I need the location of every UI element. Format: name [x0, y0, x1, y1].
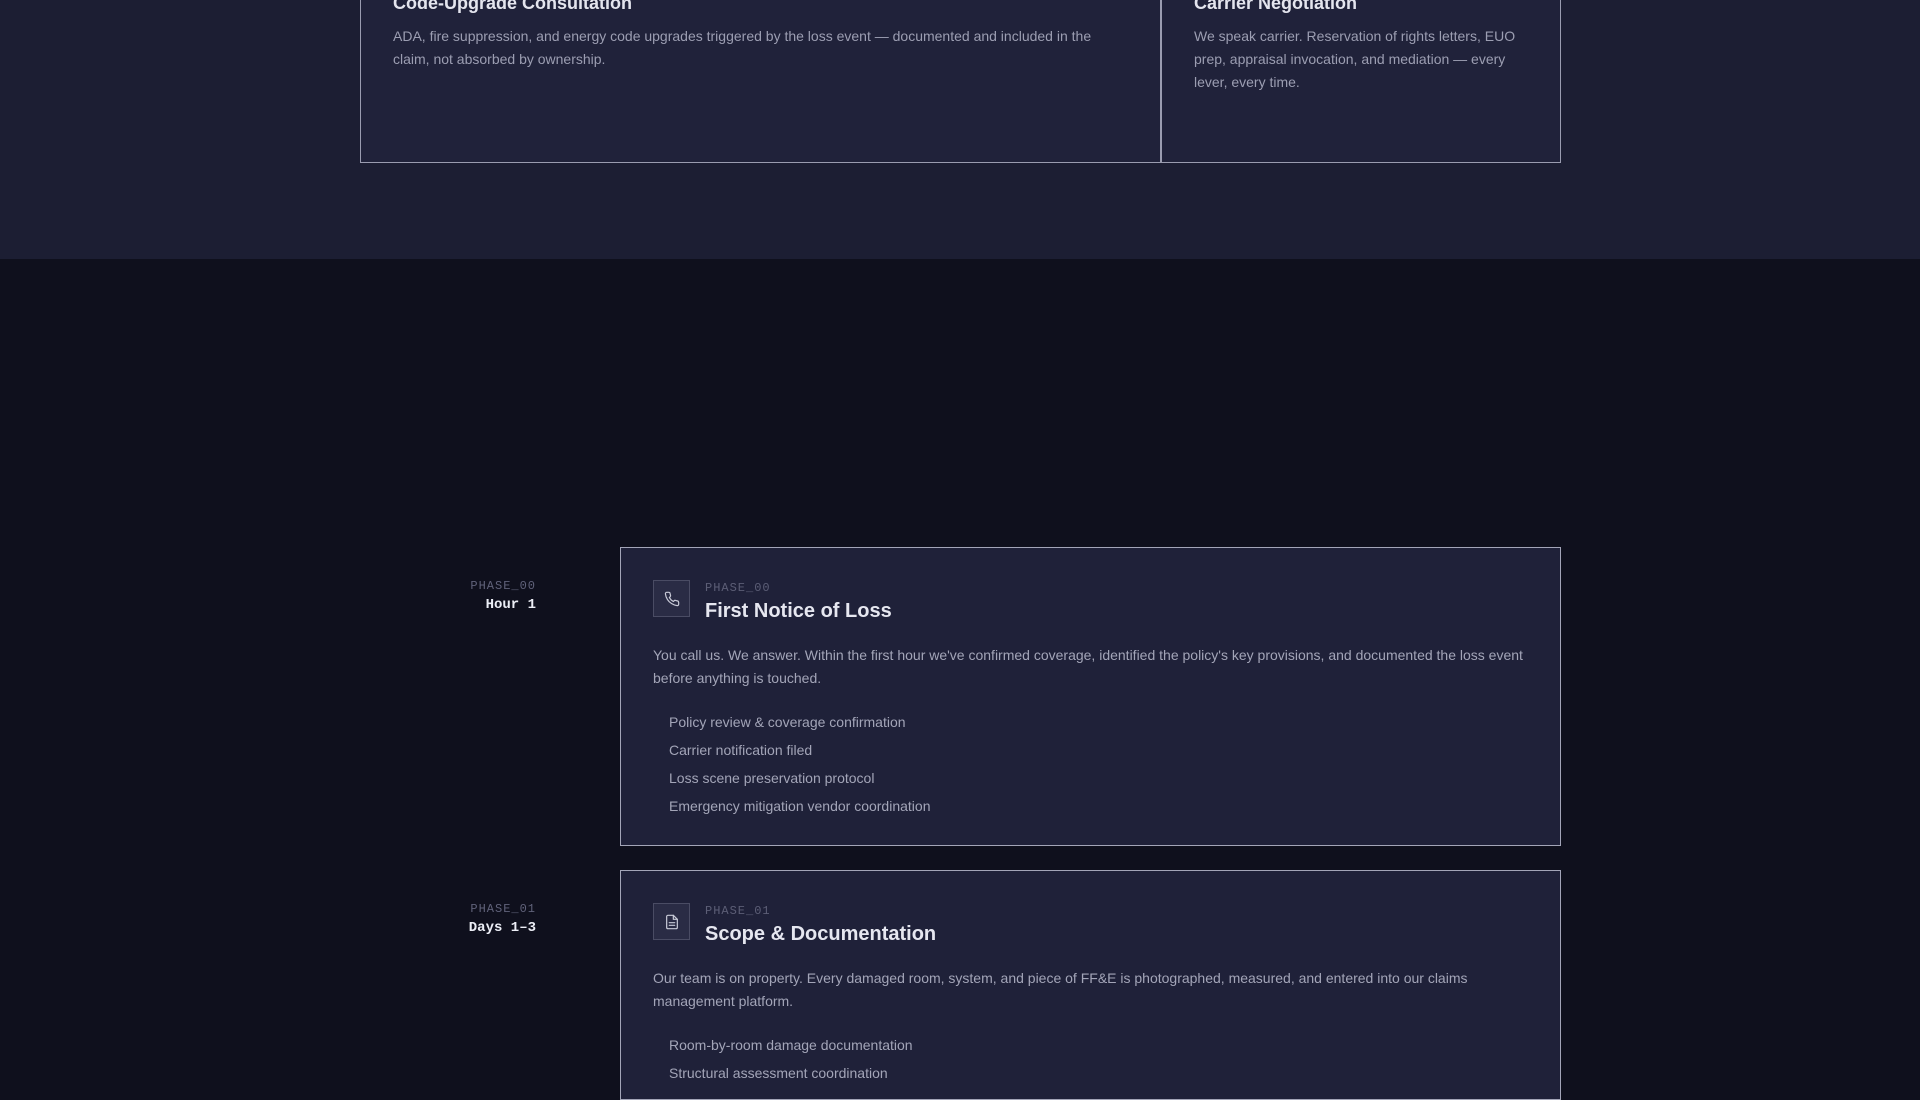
list-item: Emergency mitigation vendor coordination: [669, 798, 931, 814]
phase-code: PHASE_00: [705, 581, 771, 595]
services-section: Code-Upgrade Consultation ADA, fire supp…: [0, 0, 1920, 259]
list-item: Room-by-room damage documentation: [669, 1037, 913, 1053]
phase-description: You call us. We answer. Within the first…: [653, 647, 1523, 686]
phase-deliverables-list: Policy review & coverage confirmation Ca…: [669, 708, 930, 820]
service-title: Carrier Negotiation: [1194, 0, 1358, 13]
service-title: Code-Upgrade Consultation: [393, 0, 632, 13]
document-icon: [653, 903, 690, 940]
phase-title: Scope & Documentation: [705, 923, 937, 945]
phase-code: PHASE_01: [470, 902, 536, 916]
list-item: Policy review & coverage confirmation: [669, 714, 906, 730]
service-description: ADA, fire suppression, and energy code u…: [393, 28, 1092, 67]
phase-card-first-notice: PHASE_00 First Notice of Loss You call u…: [620, 547, 1561, 846]
phase-description: Our team is on property. Every damaged r…: [653, 970, 1468, 1009]
list-item: Loss scene preservation protocol: [669, 770, 875, 786]
phase-title: First Notice of Loss: [705, 600, 892, 622]
service-card-carrier-negotiation: Carrier Negotiation We speak carrier. Re…: [1161, 0, 1561, 163]
phase-code: PHASE_00: [470, 579, 536, 593]
phase-timeframe: Hour 1: [485, 597, 536, 613]
phase-code: PHASE_01: [705, 904, 771, 918]
phase-timeline-marker: PHASE_00 Hour 1: [470, 578, 536, 616]
service-description: We speak carrier. Reservation of rights …: [1194, 28, 1516, 90]
list-item: Structural assessment coordination: [669, 1065, 888, 1081]
phase-timeline-marker: PHASE_01 Days 1–3: [469, 901, 536, 939]
list-item: Carrier notification filed: [669, 742, 813, 758]
phase-deliverables-list: Room-by-room damage documentation Struct…: [669, 1031, 913, 1087]
phase-timeframe: Days 1–3: [468, 920, 536, 936]
phase-card-scope-documentation: PHASE_01 Scope & Documentation Our team …: [620, 870, 1561, 1100]
phone-icon: [653, 580, 690, 617]
service-card-code-upgrade: Code-Upgrade Consultation ADA, fire supp…: [360, 0, 1161, 163]
